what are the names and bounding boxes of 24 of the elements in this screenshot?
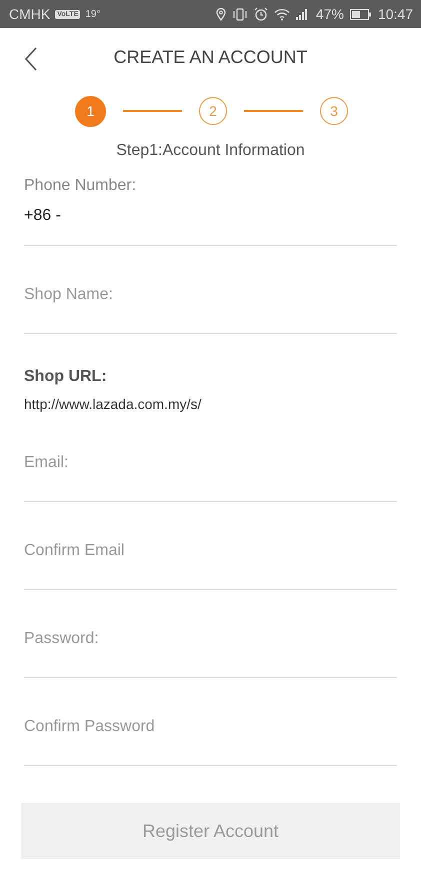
input-field[interactable]: Confirm Password: [24, 678, 397, 766]
phone-input[interactable]: +86 -: [24, 203, 397, 229]
temperature: 19°: [85, 8, 100, 20]
clock: 10:47: [378, 6, 413, 22]
vibrate-icon: [232, 8, 248, 20]
wifi-icon: [274, 8, 290, 20]
input-field[interactable]: Password:: [24, 590, 397, 678]
input-field[interactable]: Shop Name:: [24, 246, 397, 334]
battery-icon: [350, 8, 372, 20]
field-label: Phone Number:: [24, 177, 138, 195]
field-label: Shop URL:: [24, 368, 108, 386]
step-indicator: 1: [75, 96, 106, 126]
step-indicator: 3: [320, 97, 348, 125]
shop-url: http://www.lazada.com.my/s/: [24, 396, 202, 412]
location-icon: [216, 8, 226, 20]
input-field[interactable]: Email:: [24, 414, 397, 502]
input-field[interactable]: Confirm Email: [24, 502, 397, 590]
carrier-name: CMHK: [9, 6, 50, 22]
step-title: Step1:Account Information: [115, 142, 306, 160]
step-indicator: 2: [199, 97, 227, 125]
battery-percent: 47%: [316, 6, 344, 22]
signal-icon: [296, 8, 310, 20]
page-title: CREATE AN ACCOUNT: [114, 46, 308, 68]
alarm-icon: [254, 7, 268, 21]
